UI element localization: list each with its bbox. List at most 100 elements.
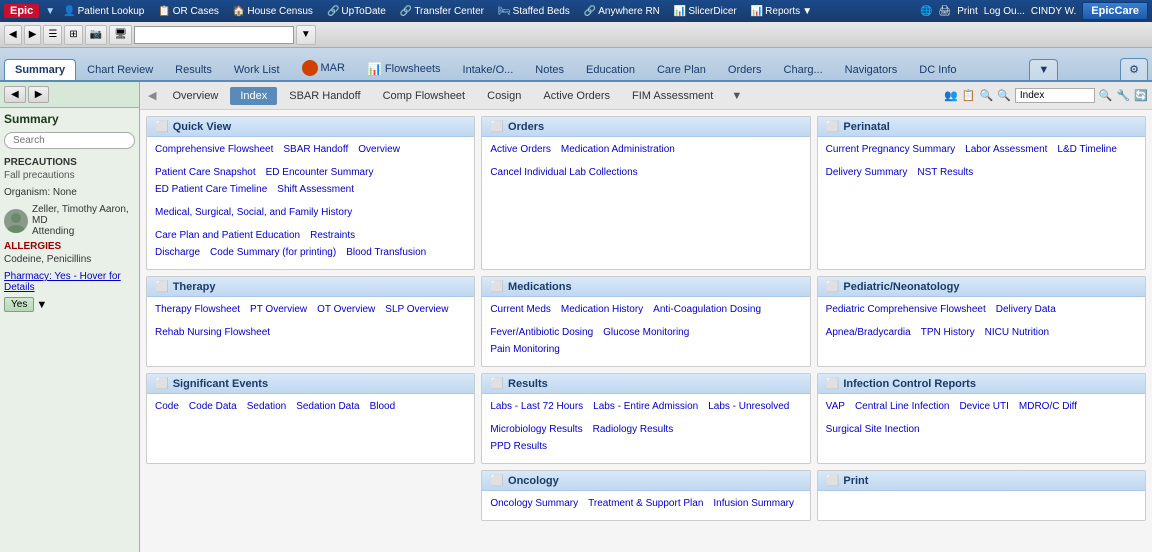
link-code-summary[interactable]: Code Summary (for printing): [210, 246, 336, 259]
sub-tab-sbar[interactable]: SBAR Handoff: [279, 87, 370, 105]
link-care-plan-patient-ed[interactable]: Care Plan and Patient Education: [155, 229, 300, 242]
tab-work-list[interactable]: Work List: [223, 59, 291, 80]
link-blood-transfusion[interactable]: Blood Transfusion: [346, 246, 426, 259]
link-patient-care-snapshot[interactable]: Patient Care Snapshot: [155, 166, 256, 179]
tab-results[interactable]: Results: [164, 59, 223, 80]
yes-button[interactable]: Yes: [4, 297, 34, 312]
link-ot-overview[interactable]: OT Overview: [317, 303, 375, 316]
link-central-line[interactable]: Central Line Infection: [855, 400, 950, 413]
sub-tab-fim-assessment[interactable]: FIM Assessment: [622, 87, 723, 105]
tab-notes[interactable]: Notes: [524, 59, 575, 80]
people-icon[interactable]: 👥: [944, 89, 958, 102]
link-surgical-site[interactable]: Surgical Site Inection: [826, 423, 920, 436]
nav-or-cases[interactable]: 📋 OR Cases: [152, 5, 225, 18]
copy-icon[interactable]: 📋: [962, 89, 976, 102]
sub-tab-search2[interactable]: 🔍: [997, 89, 1011, 102]
nav-patient-lookup[interactable]: 👤 Patient Lookup: [57, 5, 150, 18]
search-go-button[interactable]: ▼: [296, 25, 316, 45]
link-fever-antibiotic[interactable]: Fever/Antibiotic Dosing: [490, 326, 593, 339]
link-medication-history[interactable]: Medication History: [561, 303, 643, 316]
nav-staffed-beds[interactable]: 🛏 Staffed Beds: [492, 5, 576, 18]
sub-tab-refresh-icon[interactable]: 🔄: [1134, 89, 1148, 102]
sub-tab-wrench-icon[interactable]: 🔧: [1117, 89, 1131, 102]
link-blood[interactable]: Blood: [370, 400, 396, 413]
link-medical-surgical[interactable]: Medical, Surgical, Social, and Family Hi…: [155, 206, 352, 219]
tab-summary[interactable]: Summary: [4, 59, 76, 80]
tab-education[interactable]: Education: [575, 59, 646, 80]
tab-care-plan[interactable]: Care Plan: [646, 59, 717, 80]
sub-tab-comp-flowsheet[interactable]: Comp Flowsheet: [373, 87, 476, 105]
link-sbar-handoff[interactable]: SBAR Handoff: [283, 143, 348, 156]
sub-tab-cosign[interactable]: Cosign: [477, 87, 531, 105]
link-code[interactable]: Code: [155, 400, 179, 413]
link-ed-patient-care-timeline[interactable]: ED Patient Care Timeline: [155, 183, 267, 196]
link-active-orders[interactable]: Active Orders: [490, 143, 551, 156]
link-code-data[interactable]: Code Data: [189, 400, 237, 413]
tab-chart-review[interactable]: Chart Review: [76, 59, 164, 80]
globe-icon[interactable]: 🌐: [920, 6, 932, 17]
grid-view-button[interactable]: ⊞: [64, 25, 82, 45]
sub-tab-search-input[interactable]: [1015, 88, 1095, 103]
link-pediatric-comprehensive[interactable]: Pediatric Comprehensive Flowsheet: [826, 303, 986, 316]
sub-tab-active-orders[interactable]: Active Orders: [533, 87, 620, 105]
link-vap[interactable]: VAP: [826, 400, 845, 413]
tab-more-button[interactable]: ▼: [1029, 59, 1058, 80]
link-shift-assessment[interactable]: Shift Assessment: [277, 183, 354, 196]
pharmacy-link[interactable]: Pharmacy: Yes - Hover for Details: [4, 271, 135, 293]
print-label[interactable]: Print: [957, 6, 978, 17]
link-ed-encounter-summary[interactable]: ED Encounter Summary: [266, 166, 374, 179]
sub-tab-overview[interactable]: Overview: [162, 87, 228, 105]
link-mdro[interactable]: MDRO/C Diff: [1019, 400, 1077, 413]
link-comprehensive-flowsheet[interactable]: Comprehensive Flowsheet: [155, 143, 273, 156]
link-labs-72[interactable]: Labs - Last 72 Hours: [490, 400, 583, 413]
link-oncology-summary[interactable]: Oncology Summary: [490, 497, 578, 510]
link-cancel-lab[interactable]: Cancel Individual Lab Collections: [490, 166, 637, 179]
list-view-button[interactable]: ☰: [43, 25, 62, 45]
dropdown-arrow-icon[interactable]: ▼: [45, 6, 55, 17]
link-labs-entire[interactable]: Labs - Entire Admission: [593, 400, 698, 413]
link-pain-monitoring[interactable]: Pain Monitoring: [490, 343, 559, 356]
link-delivery-summary[interactable]: Delivery Summary: [826, 166, 908, 179]
link-labs-unresolved[interactable]: Labs - Unresolved: [708, 400, 789, 413]
tab-flowsheets[interactable]: 📊 Flowsheets: [356, 57, 452, 80]
sub-tab-more-button[interactable]: ▼: [727, 88, 746, 104]
tab-dc-info[interactable]: DC Info: [908, 59, 967, 80]
forward-button[interactable]: ▶: [24, 25, 42, 45]
link-infusion-summary[interactable]: Infusion Summary: [713, 497, 794, 510]
monitor-button[interactable]: 🖥: [109, 25, 132, 45]
link-pt-overview[interactable]: PT Overview: [250, 303, 307, 316]
link-slp-overview[interactable]: SLP Overview: [385, 303, 448, 316]
link-therapy-flowsheet[interactable]: Therapy Flowsheet: [155, 303, 240, 316]
epic-logo[interactable]: Epic: [4, 4, 39, 18]
tab-intake[interactable]: Intake/O...: [452, 59, 525, 80]
link-nicu-nutrition[interactable]: NICU Nutrition: [985, 326, 1049, 339]
link-current-pregnancy[interactable]: Current Pregnancy Summary: [826, 143, 956, 156]
link-treatment-support[interactable]: Treatment & Support Plan: [588, 497, 703, 510]
toolbar-search-input[interactable]: [134, 26, 294, 44]
sub-tab-index[interactable]: Index: [230, 87, 277, 105]
camera-button[interactable]: 📷: [85, 25, 107, 45]
link-rehab-nursing[interactable]: Rehab Nursing Flowsheet: [155, 326, 270, 339]
epiccare-button[interactable]: EpicCare: [1082, 2, 1148, 20]
nav-house-census[interactable]: 🏠 House Census: [227, 5, 319, 18]
link-delivery-data[interactable]: Delivery Data: [996, 303, 1056, 316]
tab-expand-button[interactable]: ⚙: [1120, 58, 1148, 80]
logout-label[interactable]: Log Ou...: [984, 6, 1025, 17]
sidebar-search-input[interactable]: [4, 132, 135, 149]
search-go-icon[interactable]: 🔍: [1099, 89, 1113, 102]
link-nst-results[interactable]: NST Results: [917, 166, 973, 179]
link-microbiology[interactable]: Microbiology Results: [490, 423, 582, 436]
nav-uptodate[interactable]: 🔗 UpToDate: [321, 5, 392, 18]
yes-dropdown-arrow[interactable]: ▼: [36, 299, 47, 311]
nav-slicerdicer[interactable]: 📊 SlicerDicer: [668, 5, 743, 18]
link-current-meds[interactable]: Current Meds: [490, 303, 551, 316]
nav-anywhere-rn[interactable]: 🔗 Anywhere RN: [578, 5, 666, 18]
link-restraints[interactable]: Restraints: [310, 229, 355, 242]
link-radiology[interactable]: Radiology Results: [593, 423, 674, 436]
link-apnea[interactable]: Apnea/Bradycardia: [826, 326, 911, 339]
link-anti-coag[interactable]: Anti-Coagulation Dosing: [653, 303, 761, 316]
sidebar-back-button[interactable]: ◀: [4, 86, 26, 103]
tab-charg[interactable]: Charg...: [773, 59, 834, 80]
link-sedation-data[interactable]: Sedation Data: [296, 400, 359, 413]
sidebar-forward-button[interactable]: ▶: [28, 86, 50, 103]
